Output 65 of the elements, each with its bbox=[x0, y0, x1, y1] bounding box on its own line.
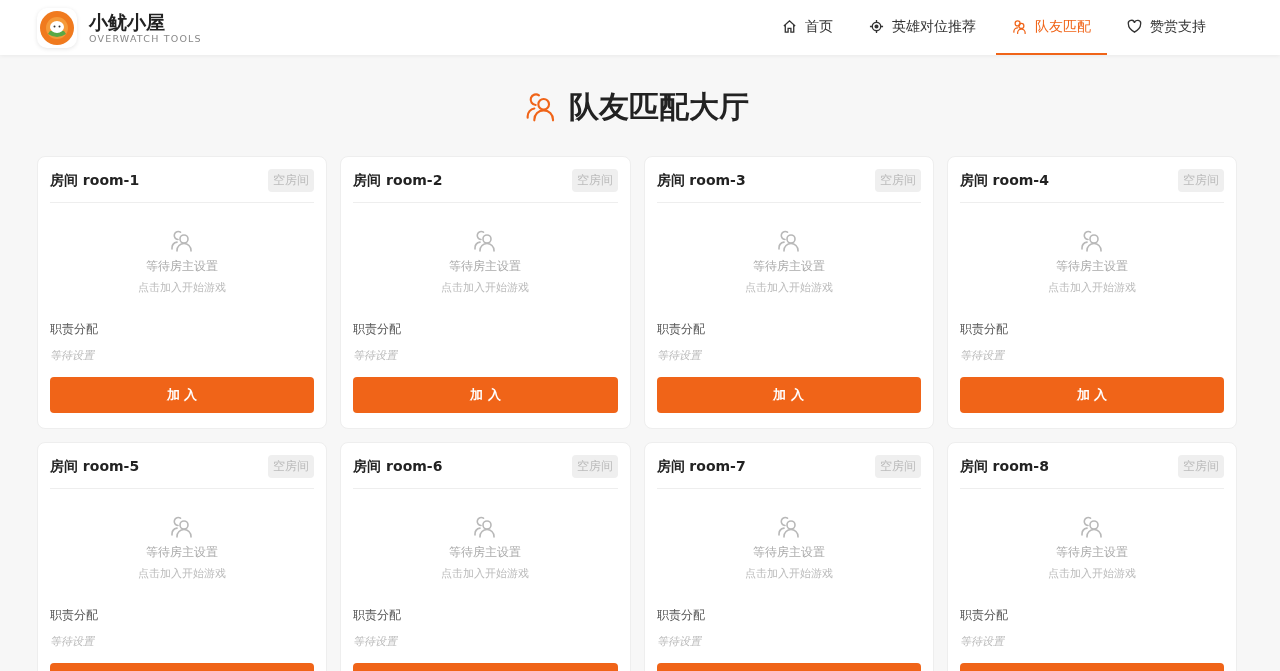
heart-icon bbox=[1127, 19, 1142, 34]
room-title: 房间 room-2 bbox=[353, 171, 443, 190]
roles-value: 等待设置 bbox=[353, 634, 399, 649]
roles-value: 等待设置 bbox=[656, 634, 703, 649]
empty-title: 等待房主设置 bbox=[1055, 258, 1128, 275]
site-tagline: OVERWATCH TOOLS bbox=[89, 33, 202, 44]
roles-value: 等待设置 bbox=[50, 348, 96, 363]
empty-hint: 点击加入开始游戏 bbox=[441, 567, 530, 581]
room-title: 房间 room-4 bbox=[959, 171, 1049, 190]
empty-hint: 点击加入开始游戏 bbox=[138, 281, 227, 295]
empty-title: 等待房主设置 bbox=[752, 544, 825, 561]
roles-value: 等待设置 bbox=[353, 348, 399, 363]
room-title: 房间 room-8 bbox=[959, 457, 1049, 476]
users-icon bbox=[170, 229, 195, 253]
users-icon bbox=[776, 229, 801, 253]
empty-hint: 点击加入开始游戏 bbox=[138, 567, 227, 581]
empty-title: 等待房主设置 bbox=[449, 258, 522, 275]
roles-label: 职责分配 bbox=[353, 321, 403, 338]
room-title: 房间 room-5 bbox=[50, 457, 140, 476]
nav-link[interactable]: 队友匹配 bbox=[996, 0, 1107, 55]
roles-value: 等待设置 bbox=[959, 348, 1006, 363]
roles-label: 职责分配 bbox=[959, 607, 1009, 624]
empty-title: 等待房主设置 bbox=[146, 544, 219, 561]
empty-hint: 点击加入开始游戏 bbox=[1047, 281, 1136, 295]
room-title: 房间 room-3 bbox=[656, 171, 746, 190]
nav-link[interactable]: 英雄对位推荐 bbox=[853, 0, 992, 55]
empty-hint: 点击加入开始游戏 bbox=[744, 281, 833, 295]
users-icon bbox=[1012, 19, 1027, 34]
home-icon bbox=[782, 19, 797, 34]
roles-label: 职责分配 bbox=[50, 321, 99, 338]
empty-title: 等待房主设置 bbox=[449, 544, 522, 561]
users-icon bbox=[776, 515, 801, 539]
join-button[interactable]: 加 入 bbox=[50, 377, 315, 413]
empty-hint: 点击加入开始游戏 bbox=[744, 567, 833, 581]
users-icon bbox=[170, 515, 195, 539]
users-icon bbox=[473, 515, 498, 539]
roles-value: 等待设置 bbox=[50, 634, 96, 649]
roles-label: 职责分配 bbox=[656, 321, 706, 338]
empty-title: 等待房主设置 bbox=[752, 258, 825, 275]
roles-label: 职责分配 bbox=[353, 607, 403, 624]
target-icon bbox=[869, 19, 884, 34]
join-button[interactable]: 加 入 bbox=[656, 377, 921, 413]
roles-value: 等待设置 bbox=[959, 634, 1006, 649]
page-title: 队友匹配大厅 bbox=[569, 87, 749, 126]
empty-hint: 点击加入开始游戏 bbox=[441, 281, 530, 295]
roles-label: 职责分配 bbox=[959, 321, 1009, 338]
users-icon bbox=[1079, 229, 1104, 253]
roles-label: 职责分配 bbox=[50, 607, 99, 624]
empty-title: 等待房主设置 bbox=[146, 258, 219, 275]
roles-value: 等待设置 bbox=[656, 348, 703, 363]
nav-link[interactable]: 赞赏支持 bbox=[1111, 0, 1222, 55]
users-icon bbox=[525, 91, 557, 123]
empty-title: 等待房主设置 bbox=[1055, 544, 1128, 561]
roles-label: 职责分配 bbox=[656, 607, 706, 624]
room-title: 房间 room-6 bbox=[353, 457, 443, 476]
room-title: 房间 room-7 bbox=[656, 457, 746, 476]
join-button[interactable]: 加 入 bbox=[959, 377, 1224, 413]
join-button[interactable]: 加 入 bbox=[353, 377, 618, 413]
users-icon bbox=[1079, 515, 1104, 539]
logo-icon bbox=[40, 10, 74, 45]
nav-link[interactable]: 首页 bbox=[766, 0, 849, 55]
empty-hint: 点击加入开始游戏 bbox=[1047, 567, 1136, 581]
room-title: 房间 room-1 bbox=[50, 171, 140, 190]
site-title: 小鱿小屋 bbox=[89, 11, 166, 33]
users-icon bbox=[473, 229, 498, 253]
